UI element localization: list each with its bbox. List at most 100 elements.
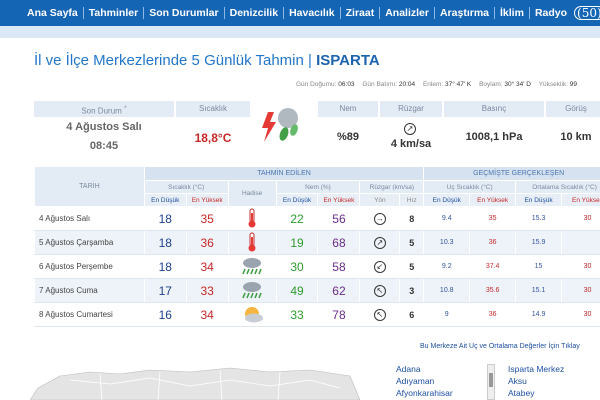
header-gecmis: GEÇMİŞTE GERÇEKLEŞEN <box>423 166 600 181</box>
wind-arrow-icon: ↙ <box>373 260 386 273</box>
weather-icon-cell <box>227 302 277 327</box>
avg-high[interactable]: 30 <box>561 254 600 279</box>
list-item[interactable]: Afyonkarahisar <box>396 387 453 399</box>
wind-speed: 6 <box>399 302 425 327</box>
avg-low[interactable]: 15.1 <box>515 278 563 303</box>
wind-direction: ↖ <box>359 302 401 327</box>
extreme-high[interactable]: 35 <box>469 206 517 231</box>
current-header-nem: Nem <box>318 101 378 117</box>
weather-icon-cell <box>227 206 277 231</box>
nav-iklim[interactable]: İklim <box>495 7 530 19</box>
avg-low[interactable]: 14.9 <box>515 302 563 327</box>
top-nav: Ana Sayfa Tahminler Son Durumlar Denizci… <box>0 0 600 26</box>
row-date: 6 Ağustos Perşembe <box>34 254 145 279</box>
humidity-low: 22 <box>275 206 319 231</box>
current-temp: 18,8°C <box>194 131 232 145</box>
temp-high: 34 <box>185 254 229 279</box>
humidity-low: 30 <box>275 254 319 279</box>
current-header-ruzgar: Rüzgar <box>380 101 442 117</box>
extreme-high[interactable]: 37.4 <box>469 254 517 279</box>
temp-high: 36 <box>185 230 229 255</box>
list-item[interactable]: Aksu <box>508 375 564 387</box>
header-tahmin: TAHMİN EDİLEN <box>143 166 425 181</box>
temp-low: 16 <box>143 302 187 327</box>
hot-rain-icon <box>262 108 298 142</box>
extreme-low[interactable]: 9 <box>423 302 471 327</box>
wind-direction: ↗ <box>359 230 401 255</box>
extreme-high[interactable]: 35.6 <box>469 278 517 303</box>
weather-icon-cell <box>227 230 277 255</box>
avg-low[interactable]: 15.3 <box>515 206 563 231</box>
wind-arrow-icon: ↖ <box>373 308 386 321</box>
wind-direction: ↙ <box>359 254 401 279</box>
anniversary-logo[interactable]: (50) <box>574 6 600 20</box>
nav-denizcilik[interactable]: Denizcilik <box>225 7 285 19</box>
humidity-low: 49 <box>275 278 319 303</box>
extreme-low[interactable]: 10.8 <box>423 278 471 303</box>
average-values-link[interactable]: Bu Merkeze Ait Uç ve Ortalama Değerler İ… <box>420 343 580 350</box>
sub-bar <box>0 26 600 38</box>
wind-direction: → <box>359 206 401 231</box>
avg-low[interactable]: 15 <box>515 254 563 279</box>
avg-high[interactable] <box>561 230 600 255</box>
temp-low: 18 <box>143 254 187 279</box>
nav-ana-sayfa[interactable]: Ana Sayfa <box>22 7 84 19</box>
page-title: İl ve İlçe Merkezlerinde 5 Günlük Tahmin… <box>34 52 380 69</box>
wind-arrow-icon: → <box>373 212 386 225</box>
avg-high[interactable]: 30 <box>561 278 600 303</box>
temp-high: 33 <box>185 278 229 303</box>
humidity-low: 33 <box>275 302 319 327</box>
extreme-low[interactable]: 10.3 <box>423 230 471 255</box>
table-row: 5 Ağustos Çarşamba 18 36 19 68 ↗ 5 10.3 36 15.9 <box>34 230 600 255</box>
wind-direction: ↖ <box>359 278 401 303</box>
current-nem: %89 <box>336 131 360 143</box>
current-basinc: 1008,1 hPa <box>465 131 523 143</box>
row-date: 8 Ağustos Cumartesi <box>34 302 145 327</box>
table-row: 4 Ağustos Salı 18 35 22 56 → 8 9.4 35 15.3 30 <box>34 206 600 231</box>
sun-info: Gün Doğumu: 06:03 Gün Batımı: 20:04 Enle… <box>296 81 577 88</box>
avg-low[interactable]: 15.9 <box>515 230 563 255</box>
wind-arrow-icon: ↗ <box>404 118 416 136</box>
list-item[interactable]: Adıyaman <box>396 375 453 387</box>
nav-son-durumlar[interactable]: Son Durumlar <box>144 7 225 19</box>
province-scrollbar[interactable] <box>487 364 495 400</box>
row-date: 5 Ağustos Çarşamba <box>34 230 145 255</box>
weather-icon-cell <box>227 254 277 279</box>
list-item[interactable]: Atabey <box>508 387 564 399</box>
district-list: Isparta Merkez Aksu Atabey <box>508 363 564 399</box>
list-item[interactable]: Adana <box>396 363 453 375</box>
extreme-low[interactable]: 9.2 <box>423 254 471 279</box>
forecast-table: TARİH TAHMİN EDİLEN GEÇMİŞTE GERÇEKLEŞEN… <box>34 166 600 327</box>
current-header-gorus: Görüş <box>546 101 600 117</box>
wind-speed: 3 <box>399 278 425 303</box>
row-date: 7 Ağustos Cuma <box>34 278 145 303</box>
extreme-high[interactable]: 36 <box>469 230 517 255</box>
wind-arrow-icon: ↗ <box>373 236 386 249</box>
wind-speed: 5 <box>399 254 425 279</box>
cloud-rain-icon <box>242 281 262 298</box>
temp-high: 34 <box>185 302 229 327</box>
wind-speed: 5 <box>399 230 425 255</box>
nav-analizler[interactable]: Analizler <box>380 7 435 19</box>
nav-arastirma[interactable]: Araştırma <box>435 7 495 19</box>
current-date: 4 Ağustos Salı <box>66 121 142 133</box>
current-header-son-durum: Son Durum * <box>34 101 174 117</box>
extreme-high[interactable]: 36 <box>469 302 517 327</box>
avg-high[interactable]: 30 <box>561 302 600 327</box>
nav-ziraat[interactable]: Ziraat <box>341 7 381 19</box>
temp-low: 18 <box>143 230 187 255</box>
avg-high[interactable]: 30 <box>561 206 600 231</box>
nav-tahminler[interactable]: Tahminler <box>84 7 145 19</box>
table-row: 7 Ağustos Cuma 17 33 49 62 ↖ 3 10.8 35.6 15.1 30 <box>34 278 600 303</box>
current-time: 08:45 <box>89 140 119 152</box>
nav-havacilik[interactable]: Havacılık <box>284 7 341 19</box>
turkey-map[interactable] <box>30 358 360 400</box>
humidity-high: 78 <box>317 302 361 327</box>
current-gorus: 10 km <box>560 131 592 143</box>
row-date: 4 Ağustos Salı <box>34 206 145 231</box>
extreme-low[interactable]: 9.4 <box>423 206 471 231</box>
nav-radyo[interactable]: Radyo <box>530 7 572 19</box>
current-header-sicaklik: Sıcaklık <box>176 101 250 117</box>
current-ruzgar: 4 km/sa <box>390 138 432 150</box>
list-item[interactable]: Isparta Merkez <box>508 363 564 375</box>
